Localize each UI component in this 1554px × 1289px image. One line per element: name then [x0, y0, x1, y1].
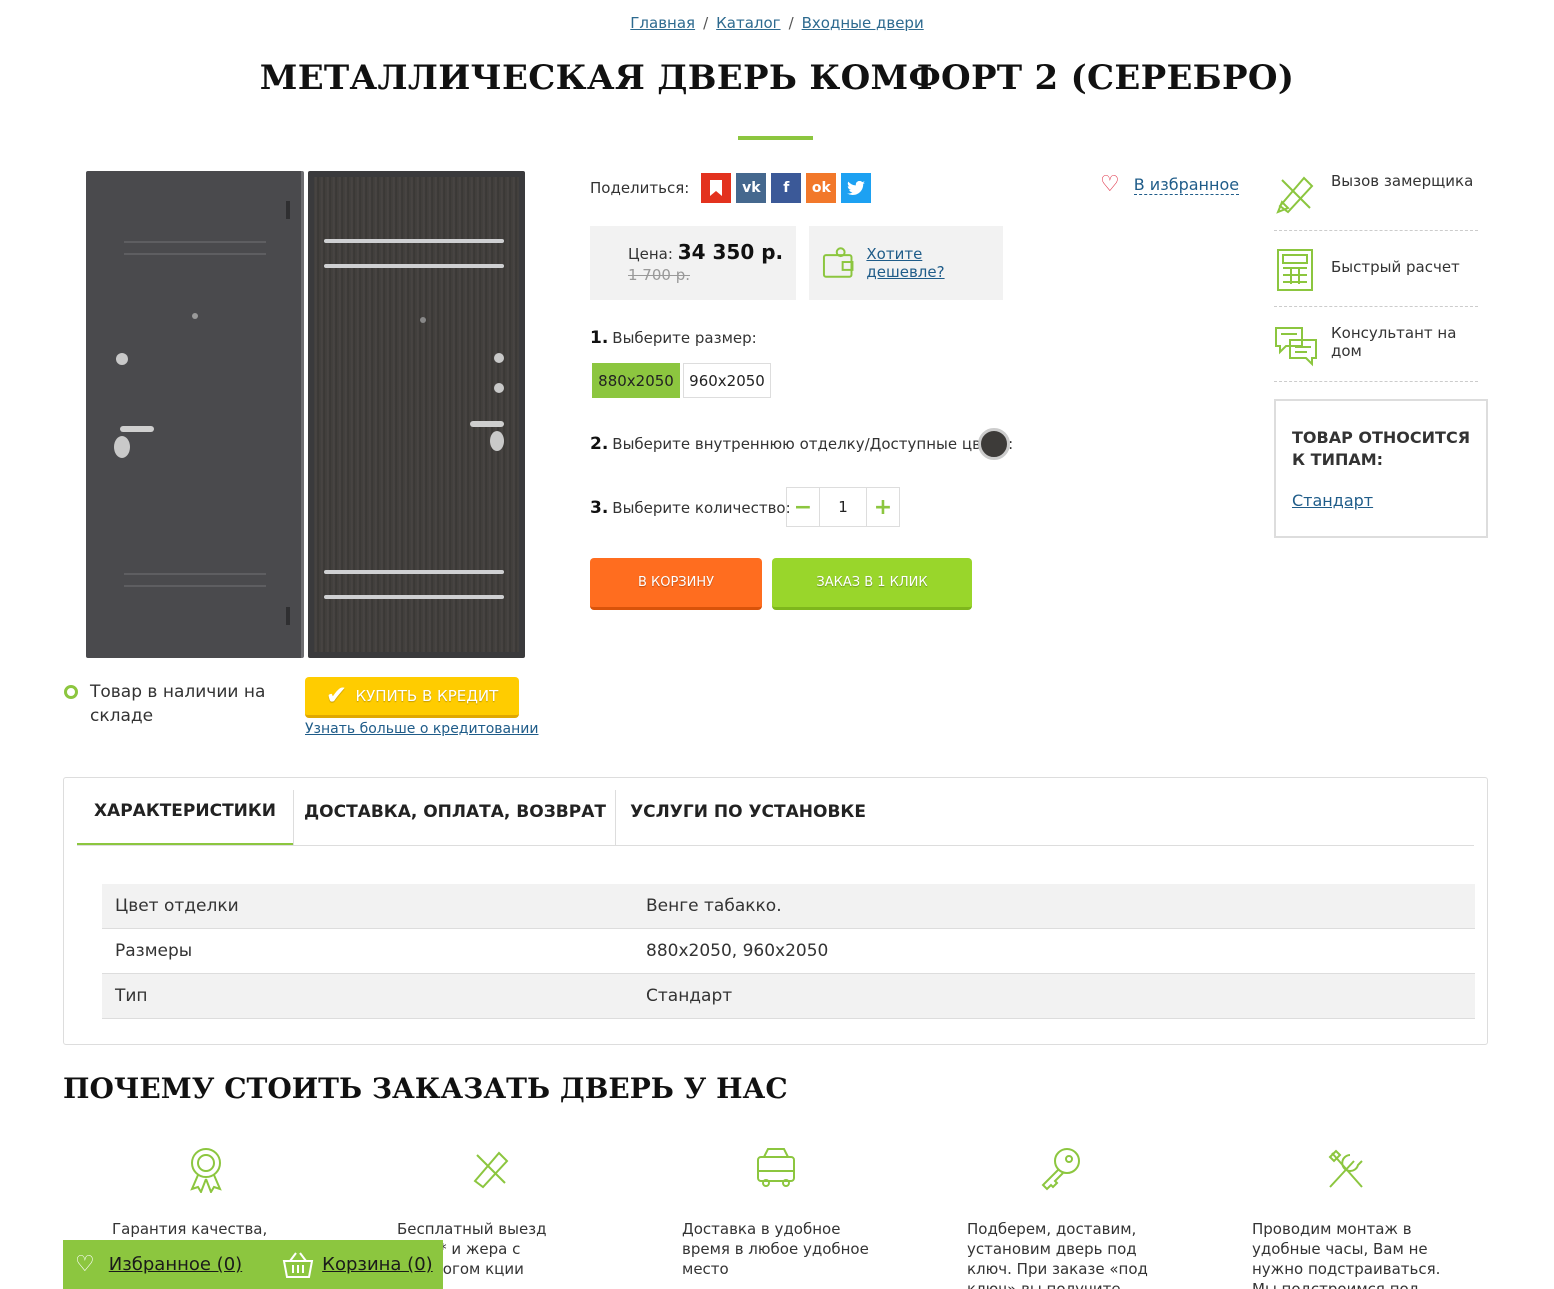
bottom-sticky-bar: ♡ Избранное (0) Корзина (0) [63, 1240, 443, 1289]
service-home-consultant[interactable]: Консультант на дом [1274, 324, 1478, 368]
favorites-link[interactable]: Избранное (0) [109, 1254, 242, 1275]
price-box: Цена: 34 350 р. 1 700 р. [590, 226, 796, 300]
cart-link[interactable]: Корзина (0) [322, 1254, 433, 1275]
price-label: Цена: [628, 245, 673, 263]
add-to-cart-button[interactable]: В КОРЗИНУ [590, 558, 762, 610]
breadcrumb-catalog-link[interactable]: Каталог [716, 14, 780, 32]
tab-installation[interactable]: УСЛУГИ ПО УСТАНОВКЕ [616, 778, 880, 846]
share-label: Поделиться: [590, 179, 690, 197]
wallet-icon [822, 247, 854, 278]
truck-icon [757, 1148, 795, 1187]
share-bar: Поделиться: vk f ok [590, 173, 872, 203]
quantity-increase-button[interactable]: + [867, 488, 899, 526]
cheaper-box[interactable]: Хотите дешевле? [809, 226, 1003, 300]
size-option-880[interactable]: 880x2050 [592, 363, 680, 398]
credit-info-link[interactable]: Узнать больше о кредитовании [305, 721, 539, 737]
ruler-pencil-icon [473, 1151, 509, 1189]
quantity-stepper: − 1 + [786, 487, 900, 527]
breadcrumb-home-link[interactable]: Главная [630, 14, 695, 32]
facebook-icon[interactable]: f [771, 173, 802, 203]
buy-credit-button[interactable]: ✔ КУПИТЬ В КРЕДИТ [305, 677, 519, 718]
quantity-decrease-button[interactable]: − [787, 488, 819, 526]
product-image-inner[interactable] [308, 171, 525, 658]
tab-characteristics[interactable]: ХАРАКТЕРИСТИКИ [77, 778, 293, 846]
product-tabs: ХАРАКТЕРИСТИКИ ДОСТАВКА, ОПЛАТА, ВОЗВРАТ… [63, 777, 1488, 1045]
spec-row: Цвет отделки Венге табакко. [102, 884, 1475, 929]
key-icon [1041, 1148, 1080, 1191]
twitter-icon[interactable] [841, 173, 872, 203]
type-link-standard[interactable]: Стандарт [1292, 491, 1470, 510]
title-underline [738, 136, 813, 140]
step-size: 1. Выберите размер: [590, 328, 757, 348]
stock-text: Товар в наличии на складе [90, 682, 266, 726]
odnoklassniki-icon[interactable]: ok [806, 173, 837, 203]
calculator-icon [1277, 249, 1313, 291]
feature-item: Гарантия качества, [112, 1145, 312, 1239]
breadcrumb: Главная / Каталог / Входные двери [630, 14, 924, 32]
basket-icon [282, 1251, 314, 1278]
heart-icon: ♡ [1100, 172, 1120, 197]
add-to-favorites[interactable]: ♡ В избранное [1100, 172, 1240, 197]
feature-item: Проводим монтаж в удобные часы, Вам не н… [1252, 1145, 1452, 1289]
page-title: МЕТАЛЛИЧЕСКАЯ ДВЕРЬ КОМФОРТ 2 (СЕРЕБРО) [259, 58, 1295, 98]
chat-icon [1275, 327, 1317, 367]
old-price: 1 700 р. [628, 266, 690, 284]
price-value: 34 350 р. [677, 240, 784, 264]
page: Главная / Каталог / Входные двери МЕТАЛЛИЧЕС… [0, 0, 1554, 1289]
feature-item: Доставка в удобное время в любое удобное… [682, 1145, 882, 1279]
medal-icon [190, 1148, 222, 1195]
step-quantity: 3. Выберите количество: [590, 498, 791, 518]
breadcrumb-current-link[interactable]: Входные двери [802, 14, 924, 32]
product-types-box: ТОВАР ОТНОСИТСЯ К ТИПАМ: Стандарт [1274, 399, 1488, 538]
one-click-order-button[interactable]: ЗАКАЗ В 1 КЛИК [772, 558, 972, 610]
color-swatch[interactable] [978, 428, 1010, 460]
heart-icon: ♡ [75, 1252, 95, 1277]
service-measurer[interactable]: Вызов замерщика [1274, 172, 1478, 216]
step-finish: 2. Выберите внутреннюю отделку/Доступные … [590, 434, 1014, 454]
tools-icon [1328, 1149, 1363, 1188]
why-heading: ПОЧЕМУ СТОИТЬ ЗАКАЗАТЬ ДВЕРЬ У НАС [63, 1072, 788, 1105]
spec-row: Тип Стандарт [102, 974, 1475, 1019]
tab-delivery[interactable]: ДОСТАВКА, ОПЛАТА, ВОЗВРАТ [294, 778, 616, 846]
types-heading: ТОВАР ОТНОСИТСЯ К ТИПАМ: [1292, 428, 1471, 469]
vk-icon[interactable]: vk [736, 173, 767, 203]
in-stock-icon [64, 685, 78, 699]
check-icon: ✔ [325, 681, 348, 711]
ruler-pencil-icon [1276, 176, 1314, 214]
size-option-960[interactable]: 960x2050 [683, 363, 771, 398]
feature-item: Подберем, доставим, установим дверь под … [967, 1145, 1167, 1289]
spec-row: Размеры 880x2050, 960x2050 [102, 929, 1475, 974]
product-image-outer[interactable] [86, 171, 304, 658]
stock-status: Товар в наличии на складе [64, 680, 284, 728]
quantity-input[interactable]: 1 [819, 488, 867, 526]
service-quick-calc[interactable]: Быстрый расчет [1274, 248, 1478, 292]
cheaper-link: Хотите дешевле? [866, 245, 945, 281]
bookmark-icon[interactable] [701, 173, 732, 203]
